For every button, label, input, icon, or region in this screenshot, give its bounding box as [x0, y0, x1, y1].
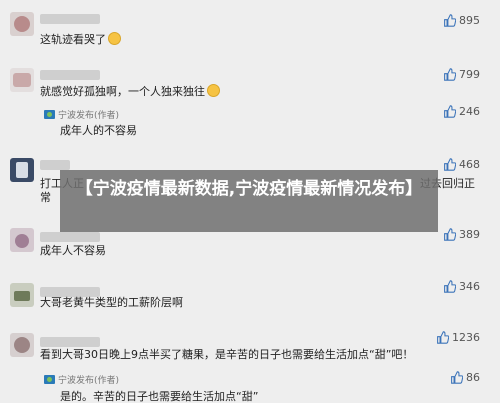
avatar[interactable] [10, 333, 34, 357]
sad-face-icon [207, 84, 220, 97]
like-button[interactable]: 246 [443, 105, 480, 118]
reply-author[interactable]: 宁波发布(作者) [44, 373, 119, 386]
thumbs-up-icon [444, 14, 456, 27]
comment-text-line2: 常 [40, 191, 51, 204]
avatar[interactable] [10, 68, 34, 92]
comment-text: 看到大哥30日晚上9点半买了糖果，是辛苦的日子也需要给生活加点“甜”吧！ [40, 348, 414, 361]
reply-author[interactable]: 宁波发布(作者) [44, 108, 119, 121]
like-button[interactable]: 468 [443, 158, 480, 171]
like-button[interactable]: 389 [443, 228, 480, 241]
like-button[interactable]: 895 [443, 14, 480, 27]
comment-text: 这轨迹看哭了 [40, 32, 121, 47]
like-count: 799 [459, 68, 480, 81]
comment-item: 这轨迹看哭了 895 [0, 0, 500, 60]
comment-item: 看到大哥30日晚上9点半买了糖果，是辛苦的日子也需要给生活加点“甜”吧！ 123… [0, 325, 500, 403]
comment-text: 成年人不容易 [40, 244, 106, 257]
username-blurred [40, 337, 100, 347]
like-button[interactable]: 799 [443, 68, 480, 81]
thumbs-up-icon [451, 371, 463, 384]
comment-text: 就感觉好孤独啊，一个人独来独往 [40, 84, 220, 99]
username-blurred [40, 160, 70, 170]
like-button[interactable]: 346 [443, 280, 480, 293]
like-count: 346 [459, 280, 480, 293]
comment-item: 大哥老黄牛类型的工薪阶层啊 346 [0, 275, 500, 325]
comment-text: 大哥老黄牛类型的工薪阶层啊 [40, 296, 183, 309]
reply-text: 是的。辛苦的日子也需要给生活加点“甜” [60, 390, 259, 403]
crying-face-icon [108, 32, 121, 45]
comment-item: 就感觉好孤独啊，一个人独来独往 799 宁波发布(作者) 成年人的不容易 246 [0, 60, 500, 150]
article-title-overlay: 【宁波疫情最新数据,宁波疫情最新情况发布】 [60, 170, 438, 232]
username-blurred [40, 70, 100, 80]
like-count: 86 [466, 371, 480, 384]
official-account-icon [44, 375, 55, 384]
thumbs-up-icon [444, 68, 456, 81]
like-count: 246 [459, 105, 480, 118]
like-count: 895 [459, 14, 480, 27]
avatar[interactable] [10, 283, 34, 307]
like-count: 389 [459, 228, 480, 241]
thumbs-up-icon [444, 280, 456, 293]
avatar[interactable] [10, 158, 34, 182]
avatar[interactable] [10, 12, 34, 36]
official-account-icon [44, 110, 55, 119]
like-button[interactable]: 1236 [436, 331, 480, 344]
like-count: 1236 [452, 331, 480, 344]
reply-text: 成年人的不容易 [60, 124, 137, 137]
thumbs-up-icon [437, 331, 449, 344]
thumbs-up-icon [444, 228, 456, 241]
thumbs-up-icon [444, 158, 456, 171]
like-button[interactable]: 86 [450, 371, 480, 384]
avatar[interactable] [10, 228, 34, 252]
username-blurred [40, 232, 100, 242]
like-count: 468 [459, 158, 480, 171]
username-blurred [40, 14, 100, 24]
thumbs-up-icon [444, 105, 456, 118]
